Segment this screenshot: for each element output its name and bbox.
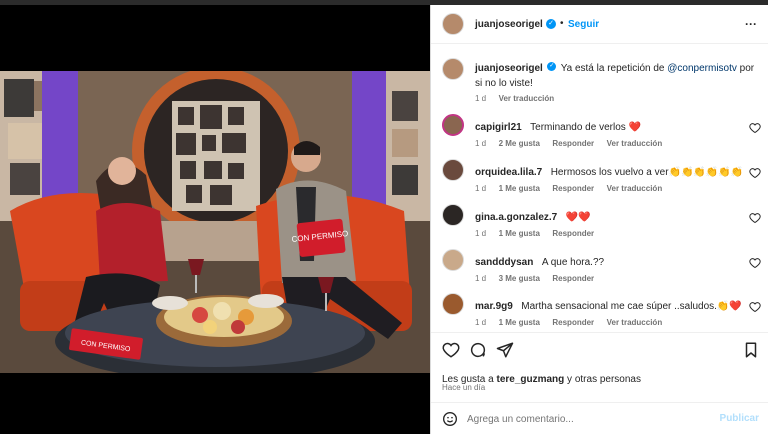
comment-likes[interactable]: 2 Me gusta	[499, 139, 540, 148]
comment-view-translation[interactable]: Ver traducción	[607, 184, 663, 193]
likes-user[interactable]: tere_guzmang	[496, 374, 564, 385]
comment-reply-button[interactable]: Responder	[552, 318, 594, 327]
comment-avatar[interactable]	[442, 249, 464, 271]
caption-verified-icon: ✓	[547, 62, 557, 72]
action-bar: Les gusta a tere_guzmang y otras persona…	[431, 332, 768, 392]
caption-view-translation[interactable]: Ver traducción	[499, 94, 555, 103]
comment-likes[interactable]: 1 Me gusta	[499, 229, 540, 238]
comment-avatar[interactable]	[442, 293, 464, 315]
comment-reply-button[interactable]: Responder	[552, 229, 594, 238]
comment-text: Martha sensacional me cae súper ..saludo…	[521, 301, 742, 312]
follow-button[interactable]: Seguir	[568, 19, 599, 30]
emoji-smiley-icon[interactable]	[442, 411, 458, 427]
comment-item: mar.9g9 Martha sensacional me cae súper …	[431, 291, 768, 329]
comment-username[interactable]: orquidea.lila.7	[475, 167, 542, 178]
post-comment-button[interactable]: Publicar	[720, 413, 759, 424]
comment-username[interactable]: capigirl21	[475, 122, 522, 133]
comment-text: A que hora.??	[541, 257, 605, 268]
comment-avatar[interactable]	[442, 204, 464, 226]
caption-time: 1 d	[475, 94, 487, 103]
author-avatar[interactable]	[442, 13, 464, 35]
comment-reply-button[interactable]: Responder	[552, 184, 594, 193]
comment-like-heart-icon[interactable]	[749, 301, 761, 313]
comment-text: Hermosos los vuelvo a ver👏👏👏👏👏👏	[550, 167, 744, 178]
comment-username[interactable]: mar.9g9	[475, 301, 513, 312]
comment-time: 1 d	[475, 274, 487, 283]
caption: juanjoseorigel ✓ Ya está la repetición d…	[431, 50, 768, 103]
comment-bubble-icon[interactable]	[469, 341, 487, 359]
post-time: Hace un día	[442, 383, 486, 392]
comment-item: capigirl21 Terminando de verlos ❤️ 1 d 2…	[431, 112, 768, 150]
post-photo[interactable]: CON PERMISO CON PERMISO	[0, 71, 430, 373]
save-bookmark-icon[interactable]	[742, 341, 760, 359]
comment-reply-button[interactable]: Responder	[552, 274, 594, 283]
comment-username[interactable]: gina.a.gonzalez.7	[475, 212, 557, 223]
comment-item: gina.a.gonzalez.7 ❤️❤️ 1 d 1 Me gusta Re…	[431, 202, 768, 240]
header-dot-separator: •	[560, 18, 564, 29]
comment-item: sandddysan A que hora.?? 1 d 3 Me gusta …	[431, 247, 768, 285]
comment-time: 1 d	[475, 229, 487, 238]
post-header: juanjoseorigel ✓ • Seguir ···	[431, 5, 768, 44]
comment-reply-button[interactable]: Responder	[552, 139, 594, 148]
like-heart-icon[interactable]	[442, 341, 460, 359]
comment-composer: Publicar	[431, 402, 768, 434]
comment-like-heart-icon[interactable]	[749, 122, 761, 134]
post-side-panel: juanjoseorigel ✓ • Seguir ··· juanjoseor…	[430, 5, 768, 434]
comment-likes[interactable]: 1 Me gusta	[499, 318, 540, 327]
post-media[interactable]: CON PERMISO CON PERMISO	[0, 5, 430, 434]
comment-like-heart-icon[interactable]	[749, 212, 761, 224]
comment-input[interactable]	[467, 411, 707, 427]
comment-like-heart-icon[interactable]	[749, 257, 761, 269]
comment-view-translation[interactable]: Ver traducción	[607, 139, 663, 148]
comment-time: 1 d	[475, 184, 487, 193]
comment-likes[interactable]: 1 Me gusta	[499, 184, 540, 193]
caption-mention-link[interactable]: @conpermisotv	[667, 63, 737, 74]
comment-avatar[interactable]	[442, 114, 464, 136]
comment-time: 1 d	[475, 318, 487, 327]
comment-username[interactable]: sandddysan	[475, 257, 533, 268]
talk-show-scene: CON PERMISO CON PERMISO	[0, 71, 430, 373]
comment-like-heart-icon[interactable]	[749, 167, 761, 179]
comment-text: Terminando de verlos ❤️	[530, 122, 641, 133]
author-username[interactable]: juanjoseorigel	[475, 19, 543, 30]
caption-text-prefix: Ya está la repetición de	[560, 63, 668, 74]
more-options-icon[interactable]: ···	[745, 17, 757, 31]
likes-suffix: y otras personas	[564, 374, 641, 385]
comment-time: 1 d	[475, 139, 487, 148]
comment-likes[interactable]: 3 Me gusta	[499, 274, 540, 283]
share-paper-plane-icon[interactable]	[496, 341, 514, 359]
caption-avatar[interactable]	[442, 58, 464, 80]
comment-avatar[interactable]	[442, 159, 464, 181]
caption-username[interactable]: juanjoseorigel	[475, 63, 543, 74]
comment-view-translation[interactable]: Ver traducción	[607, 318, 663, 327]
comment-text: ❤️❤️	[565, 212, 591, 223]
verified-badge-icon: ✓	[546, 19, 556, 29]
comment-item: orquidea.lila.7 Hermosos los vuelvo a ve…	[431, 157, 768, 195]
